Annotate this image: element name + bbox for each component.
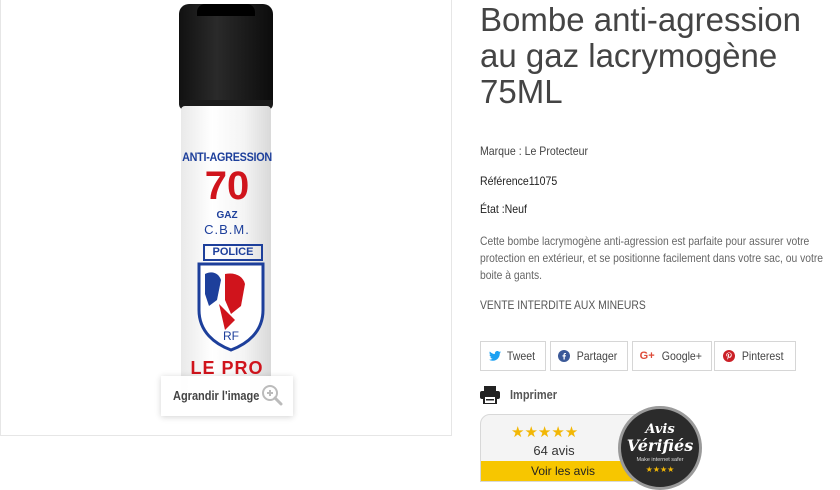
product-condition: État :Neuf — [480, 202, 527, 216]
svg-text:RF: RF — [223, 329, 239, 343]
facebook-share-button[interactable]: Partager — [550, 341, 628, 371]
can-cap — [179, 4, 273, 104]
tweet-label: Tweet — [506, 349, 536, 363]
google-plus-label: Google+ — [661, 349, 702, 363]
can-label-police: POLICE — [203, 244, 263, 261]
zoom-image-button[interactable]: Agrandir l'image — [161, 376, 293, 416]
french-flag-shield: RF — [197, 262, 265, 352]
can-label-cbm: C.B.M. — [204, 222, 250, 237]
zoom-image-label: Agrandir l'image — [173, 389, 260, 403]
google-plus-button[interactable]: G+ Google+ — [632, 341, 712, 371]
rating-stars: ★★★★★ — [511, 424, 579, 441]
tweet-button[interactable]: Tweet — [480, 341, 546, 371]
product-image[interactable]: ANTI-AGRESSION 70 GAZ C.B.M. POLICE RF L… — [167, 0, 287, 400]
zoom-in-icon — [262, 385, 283, 406]
can-cap-top — [197, 4, 255, 16]
print-button[interactable]: Imprimer — [480, 384, 564, 406]
product-description: Cette bombe lacrymogène anti-agression e… — [480, 234, 824, 282]
badge-subtitle: Make internet safer — [636, 457, 684, 463]
reviews-count: 64 avis — [533, 443, 575, 458]
badge-line1: Avis — [645, 422, 675, 437]
can-label-number: 70 — [204, 164, 250, 208]
product-reference: Référence11075 — [480, 174, 558, 188]
product-title: Bombe anti-agression au gaz lacrymogène … — [480, 1, 802, 110]
age-warning: VENTE INTERDITE AUX MINEURS — [480, 298, 646, 312]
twitter-icon — [488, 351, 501, 361]
pinterest-button[interactable]: Pinterest — [714, 341, 796, 371]
print-label: Imprimer — [510, 388, 558, 402]
product-image-panel: ANTI-AGRESSION 70 GAZ C.B.M. POLICE RF L… — [0, 0, 452, 436]
pinterest-icon — [723, 350, 736, 362]
badge-line2: Vérifiés — [626, 436, 694, 455]
product-brand[interactable]: Marque : Le Protecteur — [480, 144, 588, 158]
printer-icon — [480, 386, 500, 404]
badge-stars: ★★★★ — [645, 465, 675, 474]
facebook-share-label: Partager — [576, 349, 618, 363]
facebook-icon — [557, 350, 570, 362]
can-label-gaz: GAZ — [216, 210, 238, 221]
google-plus-icon: G+ — [639, 350, 655, 362]
verified-reviews-badge[interactable]: Avis Vérifiés Make internet safer ★★★★ — [618, 406, 702, 490]
can-label-anti: ANTI-AGRESSION — [182, 150, 272, 164]
pinterest-label: Pinterest — [742, 349, 784, 363]
